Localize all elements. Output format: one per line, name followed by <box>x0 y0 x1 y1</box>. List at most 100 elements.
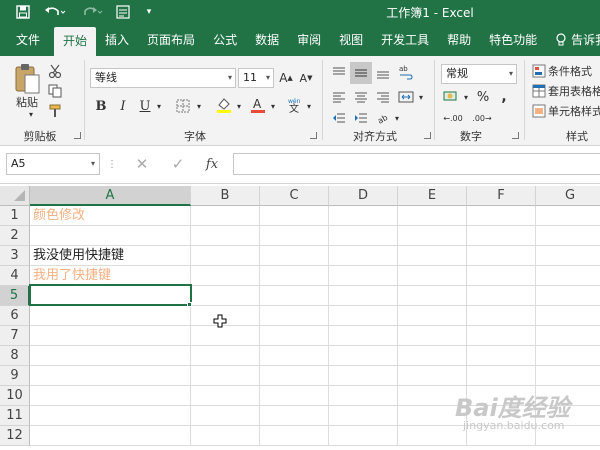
grid-cell[interactable] <box>191 406 260 426</box>
grid-cell[interactable] <box>398 266 467 286</box>
format-as-table-button[interactable]: 套用表格格式 <box>532 82 600 100</box>
column-header-c[interactable]: C <box>260 186 329 206</box>
grid-cell[interactable] <box>260 386 329 406</box>
font-name-select[interactable]: 等线 ▾ <box>90 68 236 88</box>
tab-developer[interactable]: 开发工具 <box>372 27 438 53</box>
increase-indent-icon[interactable] <box>352 110 370 126</box>
orientation-icon[interactable]: ab <box>374 110 392 126</box>
row-header-10[interactable]: 10 <box>0 386 30 406</box>
grid-cell[interactable] <box>191 226 260 246</box>
grid-cell[interactable] <box>536 366 600 386</box>
paste-chevron-down-icon[interactable]: ▾ <box>26 110 36 119</box>
grid-cell[interactable] <box>398 306 467 326</box>
column-header-e[interactable]: E <box>398 186 467 206</box>
number-launcher-icon[interactable] <box>512 132 519 139</box>
paste-button[interactable]: 粘贴 <box>12 94 42 110</box>
row-header-5[interactable]: 5 <box>0 286 30 306</box>
grid-cell[interactable] <box>260 366 329 386</box>
increase-decimal-icon[interactable]: ←.00 <box>441 110 465 126</box>
grid-cell[interactable] <box>329 366 398 386</box>
cell-a4[interactable]: 我用了快捷键 <box>30 266 191 286</box>
grid-cell[interactable] <box>260 246 329 266</box>
fill-color-icon[interactable] <box>214 94 234 116</box>
tab-data[interactable]: 数据 <box>246 27 288 53</box>
font-launcher-icon[interactable] <box>310 132 317 139</box>
column-header-f[interactable]: F <box>467 186 536 206</box>
grid-cell[interactable] <box>329 226 398 246</box>
grid-cell[interactable] <box>329 346 398 366</box>
align-center-icon[interactable] <box>352 88 370 106</box>
align-left-icon[interactable] <box>330 88 348 106</box>
borders-icon[interactable] <box>174 96 192 116</box>
grid-cell[interactable] <box>467 326 536 346</box>
grid-cell[interactable] <box>398 246 467 266</box>
grid-cell[interactable] <box>260 306 329 326</box>
cancel-entry-icon[interactable]: ✕ <box>132 154 152 174</box>
grid-cell[interactable] <box>398 326 467 346</box>
select-all-button[interactable] <box>0 186 30 206</box>
row-header-1[interactable]: 1 <box>0 206 30 226</box>
grid-cell[interactable] <box>30 226 191 246</box>
grid-cell[interactable] <box>467 266 536 286</box>
grid-cell[interactable] <box>260 286 329 306</box>
tab-home[interactable]: 开始 <box>54 27 97 56</box>
format-painter-icon[interactable] <box>46 102 64 120</box>
clipboard-launcher-icon[interactable] <box>74 132 81 139</box>
font-size-select[interactable]: 11 ▾ <box>238 68 274 88</box>
accounting-chevron-down-icon[interactable]: ▾ <box>461 88 471 106</box>
grid-cell[interactable] <box>191 286 260 306</box>
grid-cell[interactable] <box>191 386 260 406</box>
grid-cell[interactable] <box>191 326 260 346</box>
italic-button[interactable]: I <box>114 96 132 116</box>
grid-cell[interactable] <box>30 286 191 306</box>
grid-cell[interactable] <box>191 246 260 266</box>
grid-cell[interactable] <box>398 346 467 366</box>
grid-cell[interactable] <box>467 226 536 246</box>
column-header-g[interactable]: G <box>536 186 600 206</box>
grid-cell[interactable] <box>536 286 600 306</box>
grid-cell[interactable] <box>30 406 191 426</box>
grid-cell[interactable] <box>329 406 398 426</box>
grid-cell[interactable] <box>191 266 260 286</box>
grid-cell[interactable] <box>467 366 536 386</box>
cut-icon[interactable] <box>46 62 64 80</box>
grid-cell[interactable] <box>536 266 600 286</box>
tab-file[interactable]: 文件 <box>0 27 54 53</box>
orientation-chevron-down-icon[interactable]: ▾ <box>392 110 402 126</box>
grid-cell[interactable] <box>191 366 260 386</box>
fill-color-chevron-down-icon[interactable]: ▾ <box>234 96 244 116</box>
fill-handle[interactable] <box>187 302 192 307</box>
decrease-font-size-icon[interactable]: A ▼ <box>298 68 314 88</box>
row-header-4[interactable]: 4 <box>0 266 30 286</box>
grid-cell[interactable] <box>536 206 600 226</box>
grid-cell[interactable] <box>467 286 536 306</box>
grid-cell[interactable] <box>329 306 398 326</box>
tab-special-features[interactable]: 特色功能 <box>480 27 546 53</box>
grid-cell[interactable] <box>467 306 536 326</box>
grid-cell[interactable] <box>30 326 191 346</box>
row-header-9[interactable]: 9 <box>0 366 30 386</box>
cell-styles-button[interactable]: 单元格样式 <box>532 102 600 120</box>
grid-cell[interactable] <box>260 266 329 286</box>
alignment-launcher-icon[interactable] <box>424 132 431 139</box>
row-header-3[interactable]: 3 <box>0 246 30 266</box>
decrease-indent-icon[interactable] <box>330 110 348 126</box>
tell-me-search[interactable]: 告诉我 <box>546 27 600 53</box>
grid-cell[interactable] <box>329 286 398 306</box>
grid-cell[interactable] <box>398 206 467 226</box>
underline-button[interactable]: U <box>136 96 154 116</box>
row-header-12[interactable]: 12 <box>0 426 30 446</box>
grid-cell[interactable] <box>398 286 467 306</box>
borders-chevron-down-icon[interactable]: ▾ <box>194 96 204 116</box>
grid-cell[interactable] <box>536 326 600 346</box>
accounting-format-icon[interactable] <box>441 88 461 106</box>
increase-font-size-icon[interactable]: A ▲ <box>278 68 294 88</box>
paste-icon[interactable] <box>12 62 42 96</box>
decrease-decimal-icon[interactable]: .00→ <box>470 110 494 126</box>
grid-cell[interactable] <box>398 226 467 246</box>
grid-cell[interactable] <box>30 426 191 446</box>
grid-cell[interactable] <box>329 326 398 346</box>
conditional-formatting-button[interactable]: 条件格式 <box>532 62 600 80</box>
bold-button[interactable]: B <box>92 96 110 116</box>
grid-cell[interactable] <box>191 426 260 446</box>
